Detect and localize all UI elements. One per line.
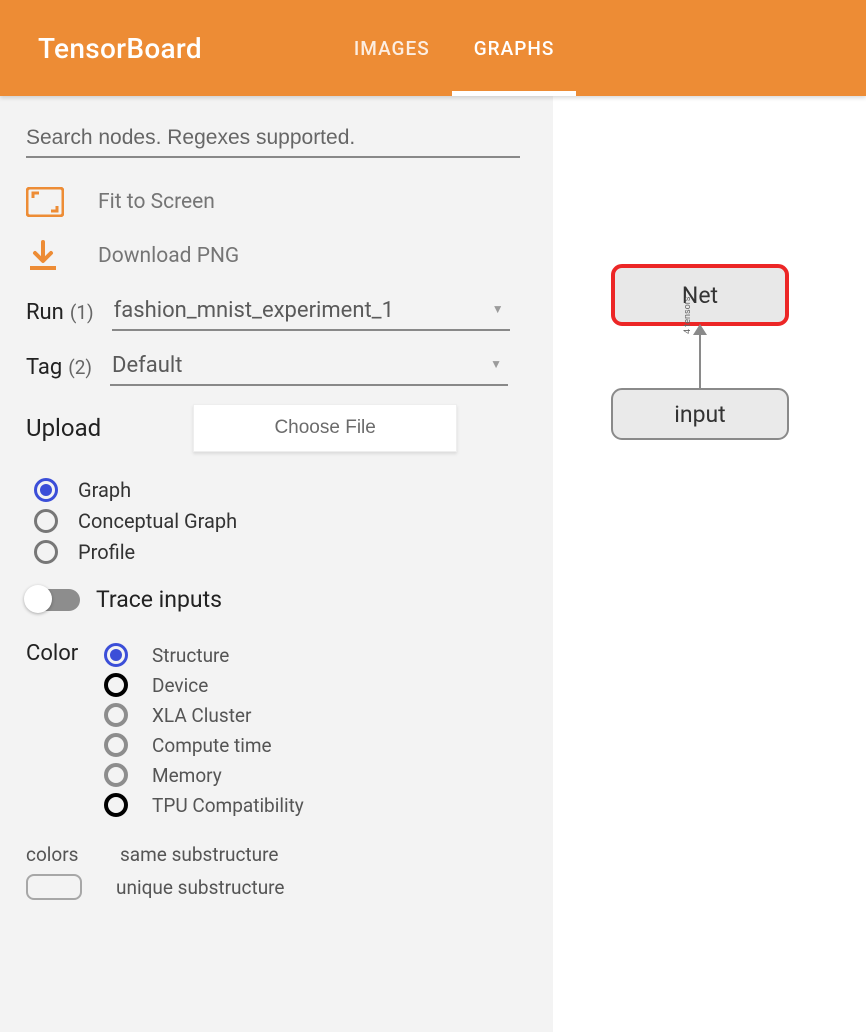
radio-icon: [104, 763, 128, 787]
run-row: Run (1) fashion_mnist_experiment_1 ▼: [26, 294, 527, 331]
radio-graph[interactable]: Graph: [26, 478, 527, 502]
run-count: (1): [70, 301, 94, 324]
download-icon: [26, 240, 68, 272]
color-compute-time[interactable]: Compute time: [104, 733, 527, 757]
color-structure[interactable]: Structure: [104, 643, 527, 667]
graph-edge: [699, 328, 701, 388]
graph-type-group: Graph Conceptual Graph Profile: [26, 478, 527, 564]
radio-icon: [34, 540, 58, 564]
upload-label: Upload: [26, 414, 101, 442]
color-section: Color Structure Device XLA Cluster Compu…: [26, 637, 527, 823]
tag-count: (2): [68, 356, 92, 379]
legend-same: colors same substructure: [26, 843, 527, 866]
download-label: Download PNG: [98, 244, 239, 268]
radio-icon: [34, 478, 58, 502]
tab-images[interactable]: IMAGES: [332, 0, 452, 96]
tabs: IMAGES GRAPHS: [332, 0, 576, 96]
radio-profile[interactable]: Profile: [26, 540, 527, 564]
upload-row: Upload Choose File: [26, 404, 527, 452]
trace-inputs-row: Trace inputs: [26, 586, 527, 613]
radio-icon: [34, 509, 58, 533]
color-legend: colors same substructure unique substruc…: [26, 843, 527, 900]
graph-node-net[interactable]: Net: [611, 264, 789, 326]
graph-canvas[interactable]: Net 4 tensors input: [553, 96, 866, 1032]
fit-to-screen-button[interactable]: Fit to Screen: [26, 186, 527, 218]
main: Fit to Screen Download PNG Run (1) fashi…: [0, 96, 866, 1032]
run-select[interactable]: fashion_mnist_experiment_1: [112, 294, 510, 331]
download-png-button[interactable]: Download PNG: [26, 240, 527, 272]
color-tpu-compat[interactable]: TPU Compatibility: [104, 793, 527, 817]
radio-icon: [104, 793, 128, 817]
arrow-up-icon: [693, 324, 707, 335]
radio-icon: [104, 703, 128, 727]
tab-graphs[interactable]: GRAPHS: [452, 0, 577, 96]
tag-label: Tag: [26, 355, 62, 380]
color-xla-cluster[interactable]: XLA Cluster: [104, 703, 527, 727]
color-device[interactable]: Device: [104, 673, 527, 697]
radio-icon: [104, 643, 128, 667]
tag-row: Tag (2) Default ▼: [26, 349, 527, 386]
run-label: Run: [26, 300, 64, 325]
fit-label: Fit to Screen: [98, 190, 215, 214]
color-title: Color: [26, 637, 104, 666]
search-input[interactable]: [26, 120, 520, 158]
choose-file-button[interactable]: Choose File: [193, 404, 457, 452]
app-title: TensorBoard: [38, 32, 202, 65]
sidebar: Fit to Screen Download PNG Run (1) fashi…: [0, 96, 553, 1032]
graph-edge-label: 4 tensors: [683, 297, 693, 334]
trace-inputs-label: Trace inputs: [96, 586, 222, 613]
tag-select[interactable]: Default: [110, 349, 508, 386]
color-options: Structure Device XLA Cluster Compute tim…: [104, 637, 527, 823]
app-header: TensorBoard IMAGES GRAPHS: [0, 0, 866, 96]
graph-node-input[interactable]: input: [611, 388, 789, 440]
legend-swatch-icon: [26, 874, 82, 900]
fit-screen-icon: [26, 186, 68, 218]
radio-icon: [104, 673, 128, 697]
legend-unique: unique substructure: [26, 874, 527, 900]
radio-icon: [104, 733, 128, 757]
trace-inputs-toggle[interactable]: [26, 589, 80, 611]
color-memory[interactable]: Memory: [104, 763, 527, 787]
radio-conceptual-graph[interactable]: Conceptual Graph: [26, 509, 527, 533]
